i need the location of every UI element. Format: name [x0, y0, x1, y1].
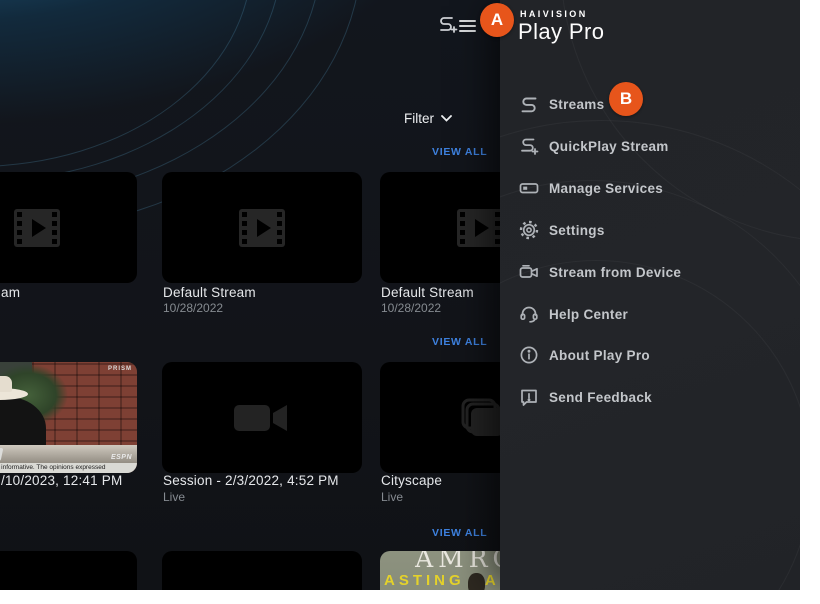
settings-gear-icon — [519, 220, 539, 240]
stream-card[interactable] — [162, 551, 362, 590]
menu-item-label: Send Feedback — [549, 390, 652, 405]
chevron-down-icon — [441, 115, 452, 122]
card-title: Session - 2/3/2022, 4:52 PM — [163, 473, 339, 488]
watermark-logo: ESPN — [111, 454, 132, 461]
card-date: 10/28/2022 — [381, 301, 441, 315]
stacked-streams-icon — [455, 397, 505, 439]
card-live-badge: Live — [163, 490, 185, 504]
haivision-logo-text: HAIVISION — [520, 9, 588, 19]
session-card[interactable] — [162, 362, 362, 473]
menu-item-help-center[interactable]: Help Center — [500, 301, 800, 327]
feedback-bubble-icon — [519, 387, 539, 407]
view-all-link-more[interactable]: VIEW ALL — [432, 527, 487, 539]
side-menu-panel: HAIVISION Play Pro Streams QuickPlay — [500, 0, 800, 590]
menu-item-settings[interactable]: Settings — [500, 217, 800, 243]
manage-services-icon — [519, 178, 539, 198]
streams-icon — [519, 94, 539, 114]
menu-item-label: QuickPlay Stream — [549, 139, 669, 154]
doc-canvas: Filter VIEW ALL VIEW ALL VIEW ALL — [0, 0, 820, 604]
film-play-icon — [14, 209, 60, 247]
filter-dropdown[interactable]: Filter — [404, 111, 452, 126]
menu-item-label: Help Center — [549, 307, 628, 322]
quickplay-add-icon[interactable] — [436, 13, 458, 42]
filter-label: Filter — [404, 111, 434, 126]
menu-item-streams[interactable]: Streams — [500, 91, 800, 117]
card-date: 10/28/2022 — [163, 301, 223, 315]
menu-item-label: Settings — [549, 223, 605, 238]
card-live-badge: Live — [381, 490, 403, 504]
info-icon — [519, 345, 539, 365]
menu-item-send-feedback[interactable]: Send Feedback — [500, 384, 800, 410]
card-title: /10/2023, 12:41 PM — [1, 473, 122, 488]
menu-item-quickplay-stream[interactable]: QuickPlay Stream — [500, 133, 800, 159]
stream-card[interactable] — [0, 172, 137, 283]
menu-item-label: Stream from Device — [549, 265, 681, 280]
video-thumbnail: PRISM ESPN meant to be comedic informati… — [0, 362, 137, 473]
menu-item-about-play-pro[interactable]: About Play Pro — [500, 342, 800, 368]
film-play-icon — [239, 209, 285, 247]
card-title: Default Stream — [163, 285, 256, 300]
card-title: Cityscape — [381, 473, 442, 488]
play-pro-logo-text: Play Pro — [518, 19, 604, 45]
menu-item-label: Streams — [549, 97, 604, 112]
channel-logo: PRISM — [108, 366, 132, 372]
help-headset-icon — [519, 304, 539, 324]
annotation-badge-a: A — [480, 3, 514, 37]
stream-card[interactable] — [0, 551, 137, 590]
quickplay-stream-icon — [519, 136, 539, 156]
menu-item-manage-services[interactable]: Manage Services — [500, 175, 800, 201]
card-title: Default Stream — [381, 285, 474, 300]
stream-card[interactable] — [162, 172, 362, 283]
annotation-badge-b: B — [609, 82, 643, 116]
menu-item-label: Manage Services — [549, 181, 663, 196]
menu-item-label: About Play Pro — [549, 348, 650, 363]
film-play-icon — [457, 209, 503, 247]
view-all-link-streams[interactable]: VIEW ALL — [432, 146, 487, 158]
video-still-card[interactable]: PRISM ESPN meant to be comedic informati… — [0, 362, 137, 473]
card-title: am — [1, 285, 20, 300]
hamburger-menu-icon[interactable] — [459, 19, 476, 38]
ticker-text: meant to be comedic informative. The opi… — [0, 463, 137, 473]
video-camera-icon — [234, 401, 290, 435]
cowboy-hat-crown — [0, 376, 12, 392]
stream-from-device-icon — [519, 262, 539, 282]
play-pro-app: Filter VIEW ALL VIEW ALL VIEW ALL — [0, 0, 800, 590]
menu-item-stream-from-device[interactable]: Stream from Device — [500, 259, 800, 285]
promo-person-head — [468, 573, 485, 590]
view-all-link-sessions[interactable]: VIEW ALL — [432, 336, 487, 348]
